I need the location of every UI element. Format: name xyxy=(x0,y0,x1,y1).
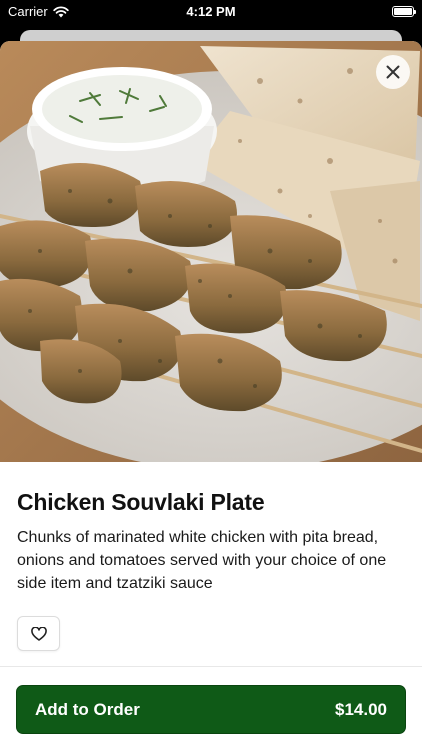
favorite-button[interactable] xyxy=(17,616,60,651)
item-description: Chunks of marinated white chicken with p… xyxy=(17,529,387,592)
status-bar: Carrier 4:12 PM xyxy=(0,0,422,24)
item-detail-sheet: Chicken Souvlaki Plate Chunks of marinat… xyxy=(0,41,422,750)
battery-icon xyxy=(392,6,416,17)
item-title: Chicken Souvlaki Plate xyxy=(17,489,265,515)
add-to-order-button[interactable]: Add to Order $14.00 xyxy=(16,685,406,734)
item-photo xyxy=(0,41,422,462)
order-price: $14.00 xyxy=(335,699,387,719)
clock: 4:12 PM xyxy=(186,4,236,19)
item-details: Chicken Souvlaki Plate Chunks of marinat… xyxy=(0,462,422,651)
heart-icon xyxy=(30,626,47,641)
close-icon xyxy=(386,65,400,79)
add-to-order-label: Add to Order xyxy=(35,699,140,719)
order-footer: Add to Order $14.00 xyxy=(0,666,422,750)
close-button[interactable] xyxy=(376,55,410,89)
